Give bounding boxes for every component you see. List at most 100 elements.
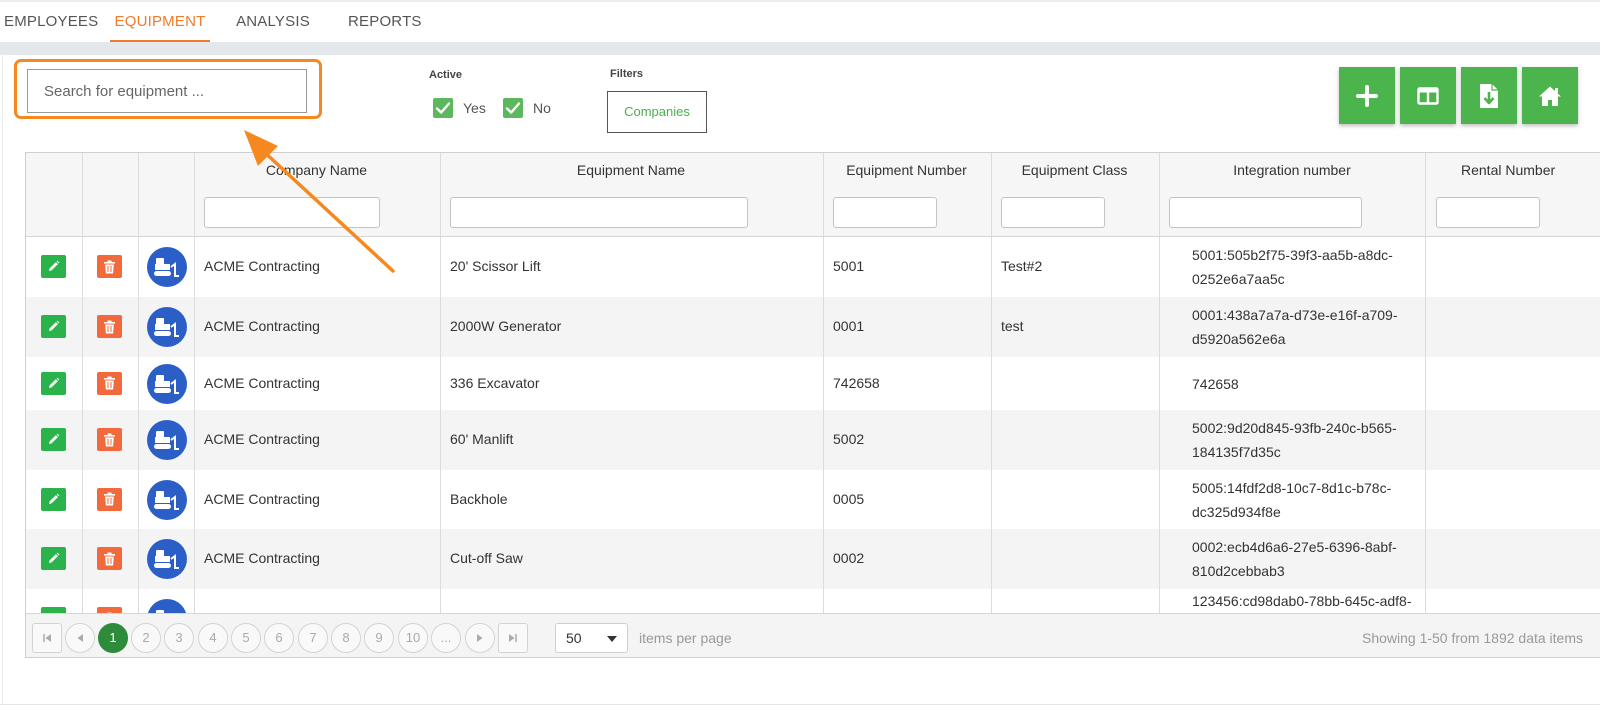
add-button[interactable] (1339, 67, 1395, 124)
table-row[interactable]: ACME Contracting 2000W Generator 0001 test 0… (26, 297, 1600, 357)
pager-summary: Showing 1-50 from 1892 data items (1361, 630, 1583, 646)
cell-equipment-number: 0001 (833, 318, 865, 334)
first-page-button[interactable] (32, 623, 62, 653)
filter-equipment-number[interactable] (833, 197, 937, 228)
table-row[interactable]: ACME Contracting Cut-off Saw 0002 0002:ecb4… (26, 529, 1600, 589)
header-rental-number[interactable]: Rental Number (1426, 153, 1600, 188)
pager: 1 2 3 4 5 6 7 8 9 10 ... 50 items per pa… (26, 613, 1600, 657)
table-row[interactable]: ACME Contracting 60' Manlift 5002 5002:9d20… (26, 410, 1600, 470)
delete-button[interactable] (97, 315, 122, 338)
companies-filter-button[interactable]: Companies (607, 91, 707, 133)
column-divider (1159, 153, 1160, 613)
column-divider (823, 153, 824, 613)
more-pages[interactable]: ... (431, 623, 461, 653)
checkmark-icon (435, 102, 451, 114)
filter-rental-number[interactable] (1436, 197, 1540, 228)
page-10[interactable]: 10 (398, 623, 428, 653)
export-button[interactable] (1461, 67, 1517, 124)
delete-button[interactable] (97, 371, 122, 395)
edit-button[interactable] (41, 255, 66, 278)
equipment-avatar[interactable] (147, 539, 187, 579)
tab-reports[interactable]: REPORTS (348, 2, 421, 40)
tab-analysis[interactable]: ANALYSIS (236, 2, 310, 40)
column-divider (82, 153, 83, 613)
filter-integration-number[interactable] (1169, 197, 1362, 228)
columns-button[interactable] (1400, 67, 1456, 124)
cell-equipment-number: 5001 (833, 258, 865, 274)
home-button[interactable] (1522, 67, 1578, 124)
table-row[interactable]: ACME Contracting Backhole 0005 5005:14fdf2d… (26, 470, 1600, 529)
trash-icon (104, 492, 115, 506)
header-company-name[interactable]: Company Name (194, 153, 439, 188)
grid-header: Company Name Equipment Name Equipment Nu… (26, 153, 1600, 189)
filter-company-name[interactable] (204, 197, 380, 228)
edit-button[interactable] (41, 428, 66, 451)
edit-button[interactable] (41, 371, 66, 395)
delete-button[interactable] (97, 547, 122, 570)
trash-icon (104, 320, 115, 333)
chevron-down-icon (607, 636, 617, 642)
cell-equipment-name: Backhole (450, 490, 508, 507)
delete-button[interactable] (97, 428, 122, 451)
filter-equipment-class[interactable] (1001, 197, 1105, 228)
header-equipment-class[interactable]: Equipment Class (991, 153, 1158, 188)
last-page-button[interactable] (498, 623, 528, 653)
home-icon (1539, 86, 1561, 106)
header-equipment-name[interactable]: Equipment Name (440, 153, 822, 188)
next-page-button[interactable] (465, 623, 495, 653)
equipment-avatar[interactable] (147, 307, 187, 347)
equipment-grid: Company Name Equipment Name Equipment Nu… (25, 152, 1600, 658)
equipment-avatar[interactable] (147, 420, 187, 460)
pencil-icon (49, 433, 60, 444)
trash-icon (104, 376, 115, 390)
tab-equipment[interactable]: EQUIPMENT (110, 2, 210, 42)
per-page-value: 50 (566, 630, 582, 646)
filters-label: Filters (610, 68, 644, 80)
page-8[interactable]: 8 (331, 623, 361, 653)
table-row[interactable]: ACME Contracting 336 Excavator 742658 74265… (26, 357, 1600, 410)
bottom-border (0, 704, 1600, 705)
delete-button[interactable] (97, 487, 122, 511)
page-7[interactable]: 7 (298, 623, 328, 653)
file-download-icon (1480, 83, 1498, 108)
page-3[interactable]: 3 (164, 623, 194, 653)
delete-button[interactable] (97, 255, 122, 278)
pencil-icon (49, 493, 60, 504)
bulldozer-icon (154, 318, 179, 337)
tab-employees[interactable]: EMPLOYEES (4, 2, 98, 40)
cell-integration-number: 0002:ecb4d6a6-27e5-6396-8abf-810d2cebbab… (1192, 539, 1397, 579)
page-4[interactable]: 4 (198, 623, 228, 653)
active-label: Active (429, 69, 463, 81)
header-equipment-number[interactable]: Equipment Number (823, 153, 990, 188)
search-input[interactable] (27, 69, 307, 113)
checkmark-icon (505, 102, 521, 114)
filter-equipment-name[interactable] (450, 197, 748, 228)
cell-equipment-name: 2000W Generator (450, 318, 562, 334)
cell-company-name: ACME Contracting (204, 490, 320, 507)
tab-bar: EMPLOYEES EQUIPMENT ANALYSIS REPORTS (0, 2, 1600, 42)
prev-page-button[interactable] (65, 623, 95, 653)
cell-equipment-name: 20' Scissor Lift (450, 258, 541, 274)
equipment-avatar[interactable] (147, 363, 187, 404)
page-1[interactable]: 1 (98, 623, 128, 653)
active-no-label: No (533, 100, 551, 116)
per-page-select[interactable]: 50 (555, 623, 628, 653)
edit-button[interactable] (41, 547, 66, 570)
edit-button[interactable] (41, 487, 66, 511)
cell-equipment-name: 60' Manlift (450, 431, 514, 447)
header-integration-number[interactable]: Integration number (1159, 153, 1425, 188)
last-page-icon (509, 634, 517, 642)
trash-icon (104, 260, 115, 273)
page-6[interactable]: 6 (264, 623, 294, 653)
equipment-avatar[interactable] (147, 247, 187, 287)
edit-button[interactable] (41, 315, 66, 338)
page-9[interactable]: 9 (364, 623, 394, 653)
table-row[interactable]: ACME Contracting 20' Scissor Lift 5001 Test… (26, 237, 1600, 297)
page-2[interactable]: 2 (131, 623, 161, 653)
active-no-checkbox[interactable] (503, 98, 523, 118)
page-5[interactable]: 5 (231, 623, 261, 653)
bulldozer-icon (154, 550, 179, 569)
active-yes-checkbox[interactable] (433, 98, 453, 118)
equipment-avatar[interactable] (147, 479, 187, 520)
pencil-icon (49, 377, 60, 388)
